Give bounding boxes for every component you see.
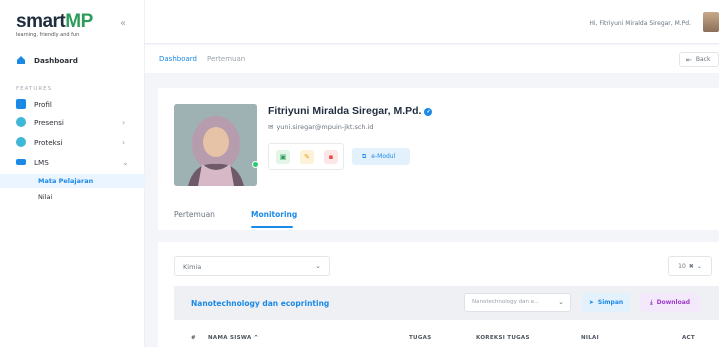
home-icon (17, 56, 25, 64)
subject-select[interactable]: Kimia ⌄ (174, 256, 330, 276)
emodul-button[interactable]: ⧉ e-Modul (352, 148, 410, 165)
back-button[interactable]: ⇤ Back (679, 52, 719, 67)
online-status-dot (252, 161, 259, 168)
sidebar-item-label: Dashboard (34, 55, 78, 65)
teacher-name: Fitriyuni Miralda Siregar, M.Pd. ✓ (268, 105, 433, 117)
sidebar-item-label: Profil (34, 99, 52, 109)
logo-text: smart (16, 11, 66, 32)
chevron-down-icon: ⌄ (315, 262, 321, 270)
table-header-act: ACT (682, 335, 695, 341)
mail-icon: ✉ (268, 123, 274, 131)
active-tab-indicator (251, 226, 293, 228)
sidebar-item-profil[interactable]: Profil (0, 94, 145, 114)
topic-bar: Nanotechnology dan ecoprinting Nanotechn… (174, 286, 719, 320)
edit-icon[interactable]: ✎ (300, 150, 314, 164)
profile-card: Fitriyuni Miralda Siregar, M.Pd. ✓ ✉ yuni.… (158, 88, 719, 230)
topic-select[interactable]: Nanotechnology dan e... ⌄ (464, 293, 571, 312)
sidebar-item-lms[interactable]: LMS ⌄ (0, 152, 145, 172)
topbar: Hi, Fitriyuni Miralda Siregar, M.Pd. (145, 0, 719, 44)
sidebar-item-dashboard[interactable]: Dashboard (0, 50, 145, 70)
external-link-icon: ⧉ (362, 152, 367, 160)
image-icon[interactable]: ▣ (276, 150, 290, 164)
emodul-label: e-Modul (371, 153, 396, 160)
sidebar-subitem-nilai[interactable]: Nilai (0, 190, 145, 204)
chevron-right-icon: › (122, 117, 126, 127)
table-header-nama-siswa[interactable]: NAMA SISWA ^ (208, 335, 259, 341)
simpan-button[interactable]: ➤ Simpan (582, 293, 630, 312)
chevron-down-icon: ⌄ (696, 262, 702, 270)
sidebar-item-proteksi[interactable]: Proteksi › (0, 132, 145, 152)
logo-accent: MP (65, 11, 93, 32)
send-icon: ➤ (588, 299, 594, 306)
back-label: Back (695, 56, 711, 63)
profile-photo (174, 104, 257, 186)
logo[interactable]: smartMP learning, friendly and fun (16, 12, 93, 38)
sidebar-subitem-label: Nilai (38, 193, 53, 201)
download-button[interactable]: ⤓ Download (640, 293, 700, 312)
sidebar-item-label: Proteksi (34, 137, 63, 147)
table-header-tugas: TUGAS (409, 335, 432, 341)
subject-select-value: Kimia (183, 263, 202, 271)
teacher-name-text: Fitriyuni Miralda Siregar, M.Pd. (268, 105, 422, 117)
chevron-down-icon: ⌄ (558, 298, 564, 306)
clear-icon[interactable]: ✖ (689, 263, 694, 270)
sidebar: smartMP learning, friendly and fun « Das… (0, 0, 145, 347)
verified-icon: ✓ (424, 108, 433, 116)
book-icon (16, 159, 26, 165)
chevron-down-icon: ⌄ (122, 157, 129, 167)
topic-title: Nanotechnology dan ecoprinting (191, 299, 330, 308)
page-size-select[interactable]: 10 ✖ ⌄ (668, 256, 712, 276)
user-greeting[interactable]: Hi, Fitriyuni Miralda Siregar, M.Pd. (589, 20, 691, 27)
table-header-nilai: NILAI (581, 335, 599, 341)
sidebar-subitem-label: Mata Pelajaran (38, 177, 94, 185)
simpan-label: Simpan (597, 299, 624, 306)
section-label: FEATURES (16, 86, 53, 92)
tab-pertemuan[interactable]: Pertemuan (174, 210, 215, 219)
chevrons-left-icon[interactable]: « (120, 18, 126, 29)
tab-monitoring[interactable]: Monitoring (251, 210, 297, 219)
chevron-right-icon: › (122, 137, 126, 147)
trash-icon[interactable]: ▪ (324, 150, 338, 164)
download-label: Download (656, 299, 691, 306)
breadcrumb-pertemuan[interactable]: Pertemuan (207, 55, 245, 63)
teacher-email: ✉ yuni.siregar@mpuin-jkt.sch.id (268, 123, 374, 131)
page-size-value: 10 (678, 262, 686, 270)
table-header-koreksi-tugas: KOREKSI TUGAS (476, 335, 530, 341)
monitoring-card: Kimia ⌄ 10 ✖ ⌄ Nanotechnology dan ecopri… (158, 242, 719, 347)
topic-select-value: Nanotechnology dan e... (472, 299, 540, 305)
sidebar-subitem-mata-pelajaran[interactable]: Mata Pelajaran (0, 174, 145, 188)
breadcrumb: Dashboard Pertemuan ⇤ Back (145, 45, 719, 73)
sidebar-item-label: LMS (34, 157, 49, 167)
back-icon: ⇤ (686, 55, 692, 64)
shield-icon (16, 137, 26, 147)
logo-tagline: learning, friendly and fun (16, 32, 80, 38)
sidebar-item-label: Presensi (34, 117, 64, 127)
sidebar-item-presensi[interactable]: Presensi › (0, 112, 145, 132)
profile-actions: ▣ ✎ ▪ (268, 143, 344, 170)
fingerprint-icon (16, 117, 26, 127)
teacher-email-text: yuni.siregar@mpuin-jkt.sch.id (276, 123, 374, 131)
table-header-number: # (191, 335, 196, 341)
avatar[interactable] (703, 12, 719, 32)
breadcrumb-dashboard[interactable]: Dashboard (159, 55, 197, 63)
user-icon (16, 99, 26, 109)
download-icon: ⤓ (649, 298, 653, 306)
